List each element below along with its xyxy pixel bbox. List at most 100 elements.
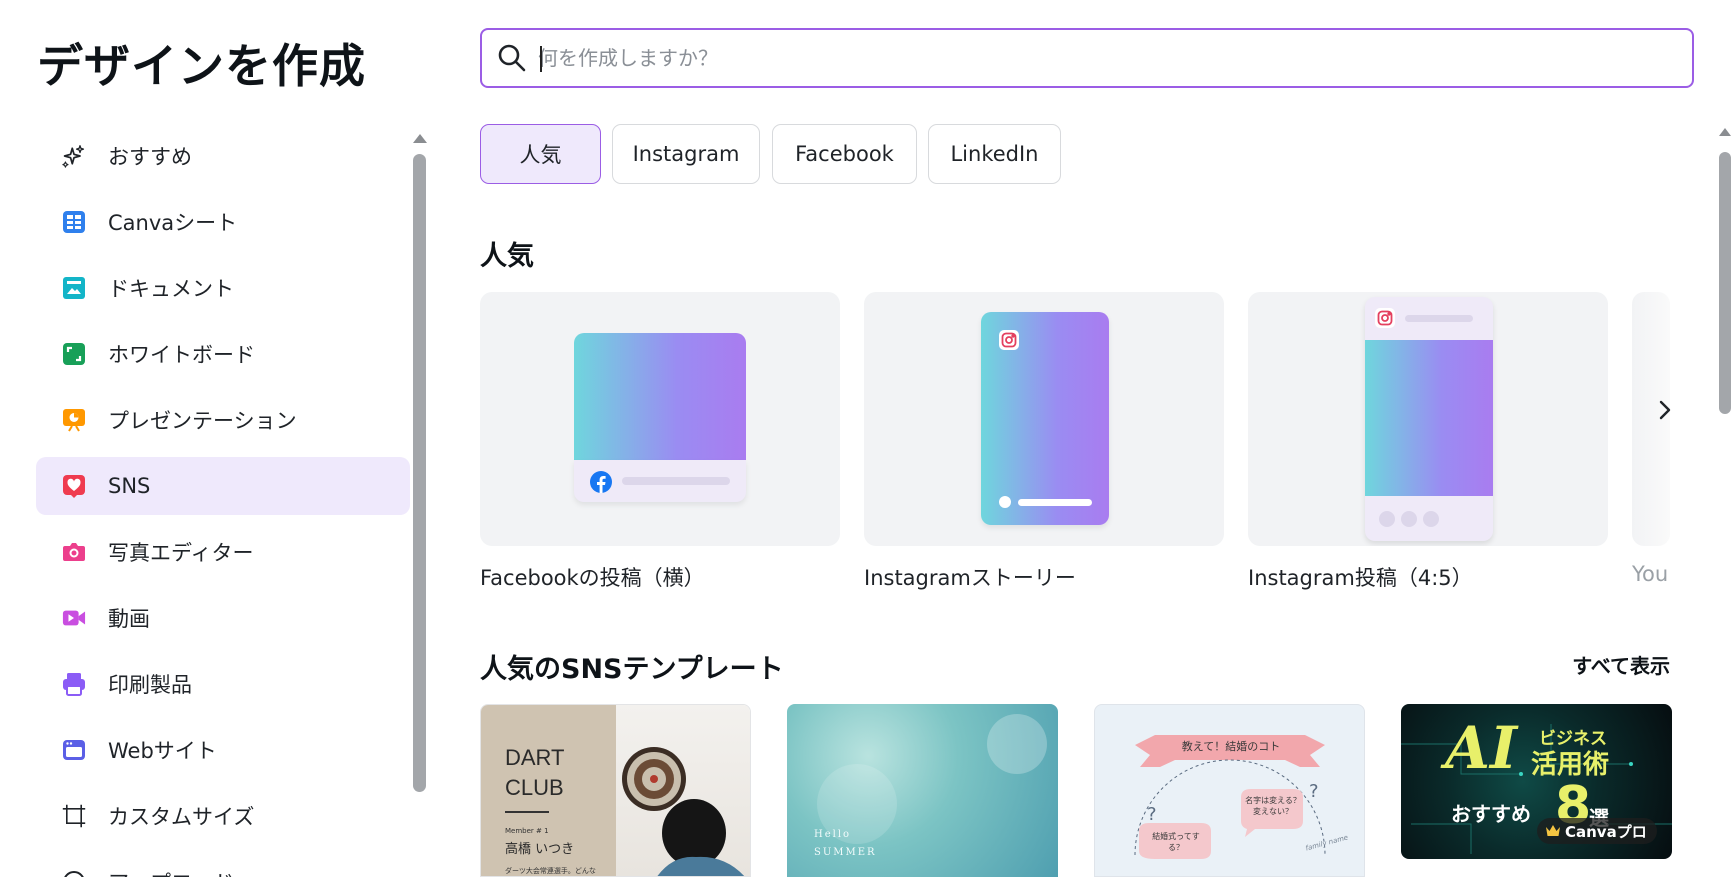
placeholder-line: [1018, 499, 1092, 506]
whiteboard-icon: [62, 342, 86, 366]
card-thumbnail: [574, 333, 746, 463]
avatar-dot: [999, 496, 1011, 508]
template-card-dart-club[interactable]: DART CLUB Member # 1 高橋 いつき ダーツ大会常連選手。どん…: [480, 704, 751, 877]
sidebar-item-document[interactable]: ドキュメント: [36, 259, 410, 317]
sidebar-item-website[interactable]: Webサイト: [36, 721, 410, 779]
title-line: CLUB: [505, 775, 564, 800]
dot: [1423, 511, 1439, 527]
placeholder-line: [1405, 315, 1473, 322]
sidebar-item-label: SNS: [108, 474, 151, 498]
template-bubble: 結婚式ってする？: [1152, 832, 1200, 852]
dot: [1401, 511, 1417, 527]
sidebar-item-photo-editor[interactable]: 写真エディター: [36, 523, 410, 581]
title-line: DART: [505, 745, 565, 770]
wedding-graphic: ? ?: [1134, 735, 1326, 859]
custom-size-icon: [62, 804, 86, 828]
card-thumbnail: [1365, 297, 1493, 541]
sidebar-item-label: カスタムサイズ: [108, 805, 255, 829]
scrollbar-thumb[interactable]: [413, 154, 426, 792]
facebook-icon: [590, 471, 612, 497]
sidebar-item-upload[interactable]: アップロード: [36, 853, 410, 877]
upload-icon: [62, 870, 86, 877]
template-bubble: 名字は変える？変えない？: [1245, 796, 1301, 816]
instagram-icon: [999, 330, 1019, 350]
design-card-instagram-story[interactable]: [864, 292, 1224, 546]
sidebar-item-label: 動画: [108, 607, 150, 631]
search-bar[interactable]: [480, 28, 1694, 88]
sidebar: おすすめ Canvaシート ドキュメント ホワイトボード プレゼンテーション S…: [36, 124, 410, 877]
placeholder-line: [622, 477, 730, 485]
design-card-label[interactable]: Facebookの投稿（横）: [480, 562, 705, 592]
video-icon: [62, 606, 86, 630]
camera-icon: [62, 540, 86, 564]
template-card-hello-summer[interactable]: Hello SUMMER: [787, 704, 1058, 877]
dartboard-image: [622, 747, 745, 876]
printer-icon: [62, 672, 86, 696]
chip-linkedin[interactable]: LinkedIn: [928, 124, 1061, 184]
section-heading-popular: 人気: [480, 241, 534, 272]
sidebar-item-whiteboard[interactable]: ホワイトボード: [36, 325, 410, 383]
chip-popular[interactable]: 人気: [480, 124, 601, 184]
template-text: SUMMER: [814, 847, 877, 858]
sidebar-item-recommended[interactable]: おすすめ: [36, 127, 410, 185]
design-card-label[interactable]: Instagramストーリー: [864, 562, 1076, 592]
divider: [505, 811, 549, 813]
scrollbar-thumb[interactable]: [1719, 152, 1731, 414]
heart-icon: [62, 474, 86, 498]
main-scrollbar[interactable]: [1716, 124, 1731, 877]
sheet-icon: [62, 210, 86, 234]
template-name: 高橋 いつき: [505, 842, 575, 857]
website-icon: [62, 738, 86, 762]
sidebar-item-label: Webサイト: [108, 739, 217, 763]
sidebar-item-label: ドキュメント: [108, 277, 234, 301]
chip-instagram[interactable]: Instagram: [612, 124, 760, 184]
scroll-up-arrow-icon[interactable]: [1719, 128, 1731, 136]
post-image: [1365, 340, 1493, 496]
card-footer: [574, 460, 746, 502]
sidebar-item-print[interactable]: 印刷製品: [36, 655, 410, 713]
sidebar-item-label: Canvaシート: [108, 211, 238, 235]
document-icon: [62, 276, 86, 300]
template-ai-text: AI: [1445, 714, 1518, 782]
sidebar-scrollbar[interactable]: [410, 130, 428, 877]
presentation-icon: [62, 408, 86, 432]
template-card-ai-business[interactable]: AI ビジネス 活用術 おすすめ 8 選 Canvaプロ: [1401, 704, 1672, 859]
sidebar-item-presentation[interactable]: プレゼンテーション: [36, 391, 410, 449]
badge-label: Canvaプロ: [1565, 822, 1647, 841]
sidebar-item-custom-size[interactable]: カスタムサイズ: [36, 787, 410, 845]
design-card-instagram-post[interactable]: [1248, 292, 1608, 546]
design-card-facebook-post[interactable]: [480, 292, 840, 546]
chip-facebook[interactable]: Facebook: [772, 124, 917, 184]
sidebar-item-label: ホワイトボード: [108, 343, 255, 367]
see-all-link[interactable]: すべて表示: [1572, 650, 1670, 679]
dot: [1379, 511, 1395, 527]
scroll-up-arrow-icon[interactable]: [413, 134, 427, 143]
sidebar-item-label: 写真エディター: [108, 541, 254, 565]
template-caption: ダーツ大会常連選手。どんな: [505, 867, 596, 875]
template-member: Member # 1: [505, 827, 549, 835]
sidebar-item-canva-sheet[interactable]: Canvaシート: [36, 193, 410, 251]
sidebar-item-label: おすすめ: [108, 145, 192, 169]
crown-icon: [1545, 824, 1561, 842]
template-text: おすすめ: [1451, 802, 1531, 826]
search-input[interactable]: [538, 40, 1668, 76]
svg-text:?: ?: [1147, 804, 1157, 825]
design-card-label[interactable]: You: [1632, 562, 1670, 586]
search-icon: [496, 42, 528, 74]
sidebar-item-label: プレゼンテーション: [108, 409, 297, 433]
card-thumbnail: [981, 312, 1109, 525]
template-banner: 教えて！結婚のコト: [1181, 740, 1281, 753]
sidebar-item-video[interactable]: 動画: [36, 589, 410, 647]
chevron-right-icon[interactable]: [1654, 396, 1676, 424]
canva-pro-badge: Canvaプロ: [1537, 818, 1657, 844]
bokeh: [987, 714, 1047, 774]
section-heading-sns-templates: 人気のSNSテンプレート: [480, 654, 784, 685]
design-card-label[interactable]: Instagram投稿（4:5）: [1248, 562, 1473, 592]
instagram-icon: [1375, 308, 1395, 328]
template-card-wedding[interactable]: ? ? 教えて！結婚のコト 名字は変える？変えない？ 結婚式ってする？ fami…: [1094, 704, 1365, 877]
text-cursor: [540, 46, 542, 72]
sidebar-item-label: アップロード: [108, 867, 234, 877]
sparkle-icon: [62, 144, 86, 168]
sidebar-item-sns[interactable]: SNS: [36, 457, 410, 515]
template-text: Hello: [814, 829, 852, 840]
